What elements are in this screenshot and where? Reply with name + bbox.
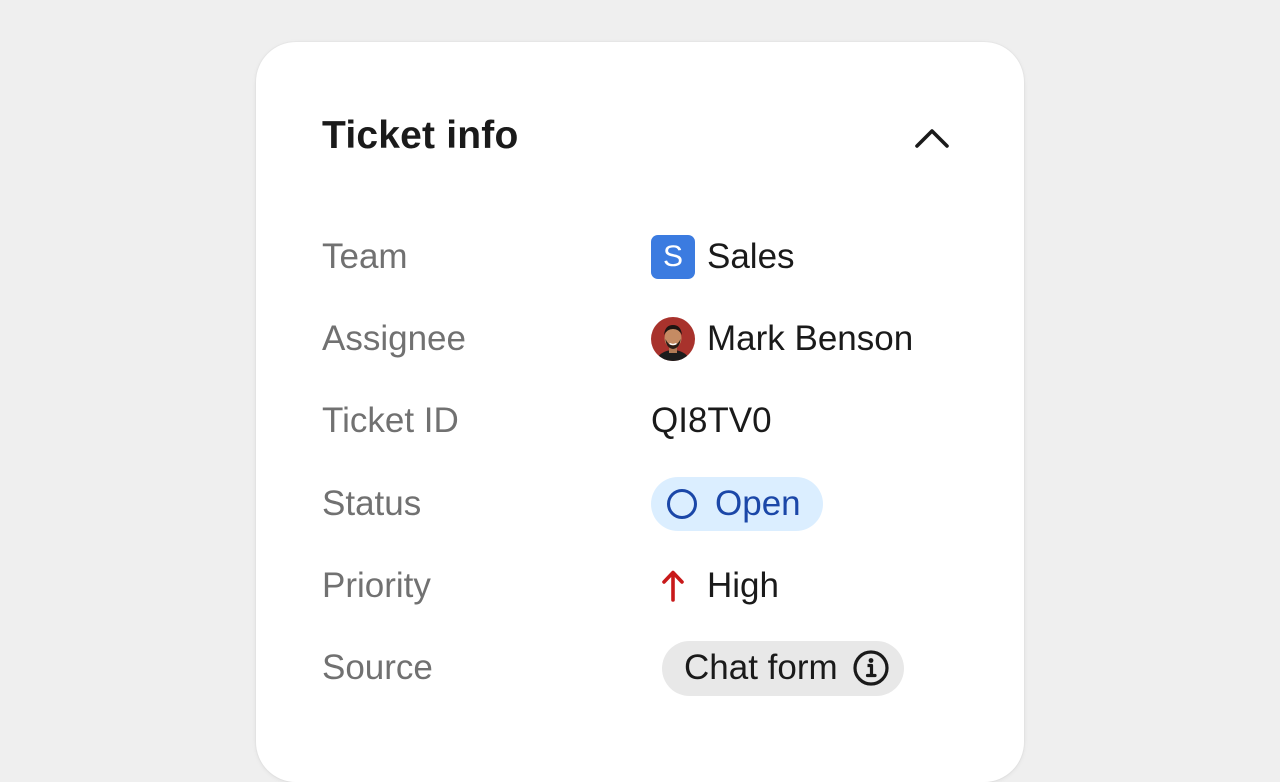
- status-text: Open: [715, 484, 801, 523]
- team-name: Sales: [707, 237, 795, 276]
- status-value: Open: [651, 476, 823, 532]
- assignee-row: Assignee Mark Benson: [322, 311, 964, 367]
- team-row: Team S Sales: [322, 229, 964, 285]
- open-circle-icon: [667, 489, 697, 519]
- ticket-info-card: Ticket info Team S Sales Assignee Mark B…: [256, 42, 1024, 782]
- priority-value[interactable]: High: [651, 558, 779, 614]
- chevron-up-icon: [915, 129, 949, 148]
- priority-text: High: [707, 566, 779, 605]
- source-value: Chat form: [651, 640, 904, 696]
- ticket-id-label: Ticket ID: [322, 401, 459, 440]
- status-badge[interactable]: Open: [651, 477, 823, 531]
- source-text: Chat form: [684, 648, 838, 687]
- ticket-id-value: QI8TV0: [651, 393, 772, 449]
- ticket-id-text: QI8TV0: [651, 401, 772, 440]
- collapse-button[interactable]: [912, 118, 952, 158]
- status-row: Status Open: [322, 476, 964, 532]
- card-title: Ticket info: [322, 114, 519, 157]
- priority-row: Priority High: [322, 558, 964, 614]
- card-header: Ticket info: [322, 108, 952, 164]
- status-label: Status: [322, 484, 422, 523]
- source-label: Source: [322, 648, 433, 687]
- team-badge: S: [651, 235, 695, 279]
- assignee-name: Mark Benson: [707, 319, 914, 358]
- team-value[interactable]: S Sales: [651, 229, 795, 285]
- assignee-value[interactable]: Mark Benson: [651, 311, 913, 367]
- priority-label: Priority: [322, 566, 431, 605]
- arrow-up-icon: [651, 569, 695, 603]
- avatar: [651, 317, 695, 361]
- source-badge: Chat form: [662, 640, 904, 696]
- source-row: Source Chat form: [322, 640, 964, 696]
- team-label: Team: [322, 237, 408, 276]
- ticket-id-row: Ticket ID QI8TV0: [322, 393, 964, 449]
- info-icon[interactable]: [852, 649, 890, 687]
- assignee-label: Assignee: [322, 319, 466, 358]
